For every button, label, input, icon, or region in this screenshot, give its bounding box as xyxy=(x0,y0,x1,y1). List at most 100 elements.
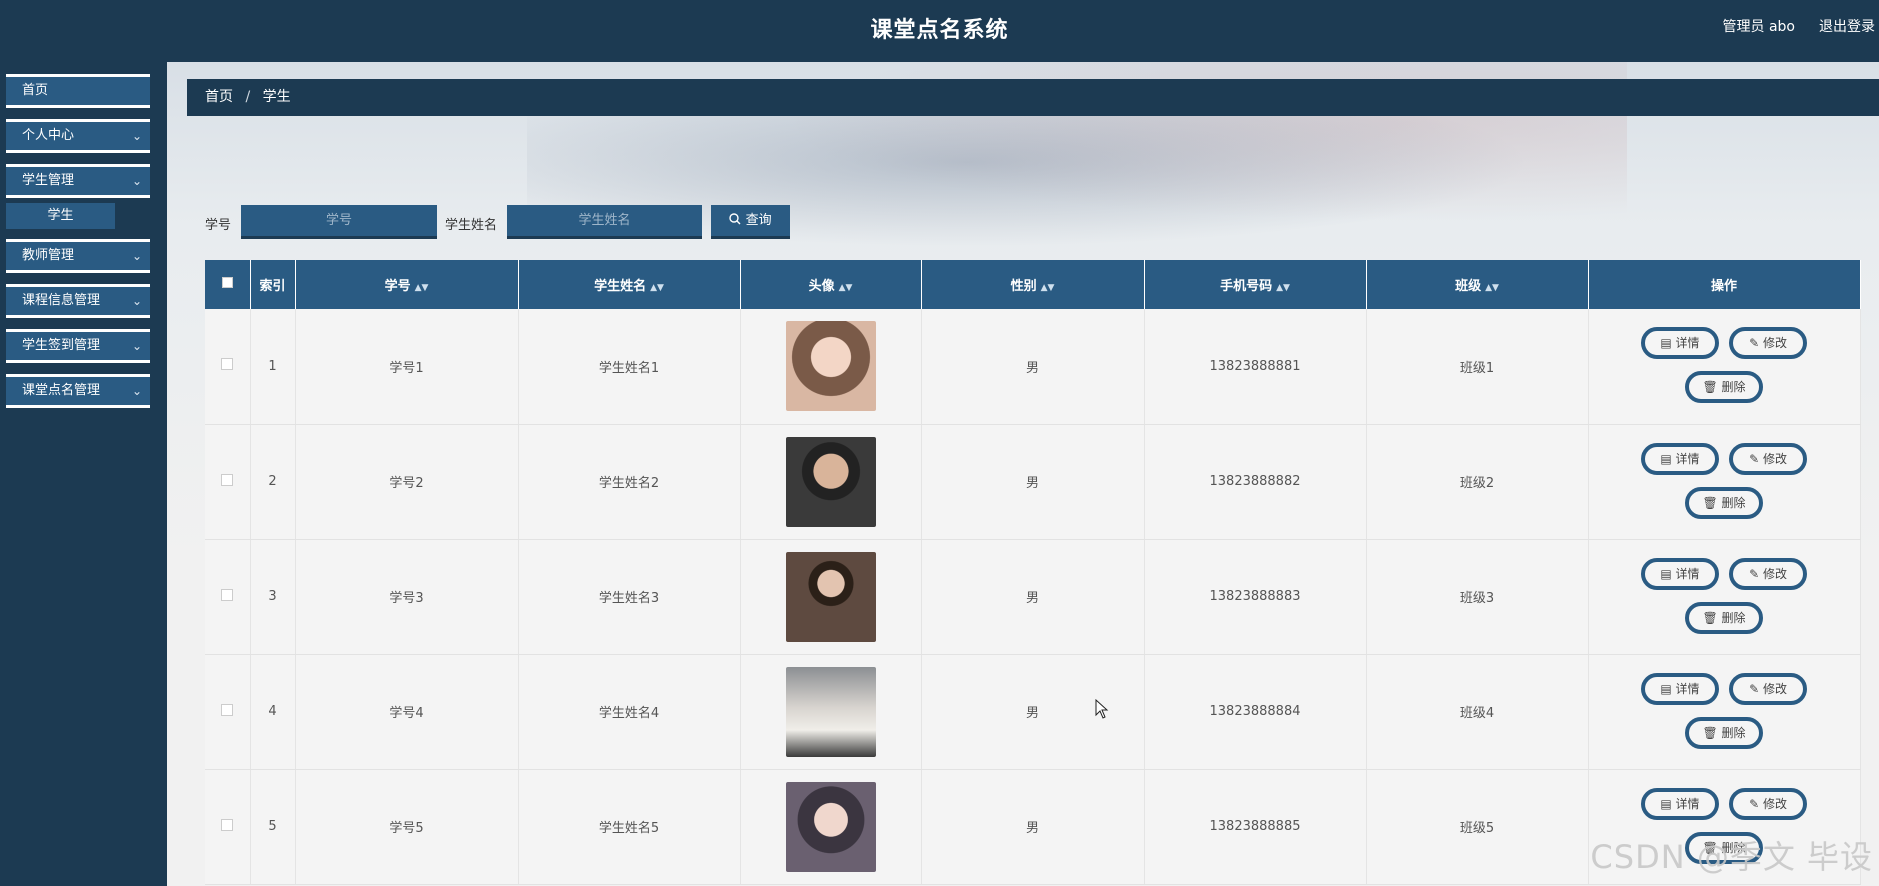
row-avatar-cell xyxy=(740,424,922,540)
detail-button[interactable]: ▤ 详情 xyxy=(1640,327,1719,360)
delete-button-label: 删除 xyxy=(1721,725,1746,740)
detail-button[interactable]: ▤ 详情 xyxy=(1640,442,1719,475)
header-operations: 操作 xyxy=(1588,260,1861,309)
row-checkbox[interactable] xyxy=(221,473,234,486)
edit-button[interactable]: ✎ 修改 xyxy=(1729,787,1808,820)
row-checkbox[interactable] xyxy=(221,588,234,601)
sort-icon[interactable]: ▲▼ xyxy=(650,283,664,293)
trash-icon: 🗑 xyxy=(1702,610,1718,625)
header-index: 索引 xyxy=(250,260,296,309)
sort-icon[interactable]: ▲▼ xyxy=(1276,283,1290,293)
detail-button-label: 详情 xyxy=(1675,566,1700,581)
header-student-name[interactable]: 学生姓名 ▲▼ xyxy=(518,260,741,309)
row-select-cell[interactable] xyxy=(205,539,251,655)
header-phone[interactable]: 手机号码 ▲▼ xyxy=(1144,260,1367,309)
header-label: 学号 xyxy=(384,279,411,294)
row-phone: 13823888884 xyxy=(1144,654,1367,770)
edit-button-label: 修改 xyxy=(1763,566,1788,581)
header-class[interactable]: 班级 ▲▼ xyxy=(1366,260,1589,309)
document-icon: ▤ xyxy=(1660,566,1672,581)
row-student-name: 学生姓名3 xyxy=(518,539,741,655)
edit-button[interactable]: ✎ 修改 xyxy=(1729,442,1808,475)
header-label: 学生姓名 xyxy=(594,279,647,294)
row-select-cell[interactable] xyxy=(205,309,251,425)
table-row: 2 学号2 学生姓名2 男 13823888882 班级2 ▤ 详情 ✎ 修改 … xyxy=(205,424,1861,540)
row-student-id: 学号4 xyxy=(295,654,519,770)
edit-button-label: 修改 xyxy=(1763,681,1788,696)
sidebar-item-checkin-management[interactable]: 学生签到管理 ⌄ xyxy=(6,329,150,363)
row-select-cell[interactable] xyxy=(205,654,251,770)
table-row: 4 学号4 学生姓名4 男 13823888884 班级4 ▤ 详情 ✎ 修改 … xyxy=(205,654,1861,770)
detail-button[interactable]: ▤ 详情 xyxy=(1640,557,1719,590)
row-index: 2 xyxy=(250,424,296,540)
row-student-name: 学生姓名5 xyxy=(518,769,741,885)
student-name-label: 学生姓名 xyxy=(445,218,498,233)
pencil-icon: ✎ xyxy=(1749,566,1760,581)
delete-button-label: 删除 xyxy=(1721,610,1746,625)
breadcrumb: 首页 / 学生 xyxy=(187,79,1879,116)
table-row: 5 学号5 学生姓名5 男 13823888885 班级5 ▤ 详情 ✎ 修改 … xyxy=(205,769,1861,885)
edit-button[interactable]: ✎ 修改 xyxy=(1729,327,1808,360)
edit-button[interactable]: ✎ 修改 xyxy=(1729,557,1808,590)
student-id-input[interactable] xyxy=(241,205,437,239)
logout-link[interactable]: 退出登录 xyxy=(1819,16,1875,36)
header-student-id[interactable]: 学号 ▲▼ xyxy=(295,260,519,309)
sort-icon[interactable]: ▲▼ xyxy=(415,283,429,293)
student-table: 索引 学号 ▲▼ 学生姓名 ▲▼ 头像 ▲▼ 性别 ▲▼ 手机号码 ▲▼ 班级 ▲▼ 操作 … xyxy=(205,260,1861,886)
ops-line: ▤ 详情 ✎ 修改 xyxy=(1590,783,1859,827)
row-select-cell[interactable] xyxy=(205,424,251,540)
row-operations: ▤ 详情 ✎ 修改 🗑 删除 xyxy=(1588,654,1861,770)
header-label: 班级 xyxy=(1455,279,1482,294)
ops-line: 🗑 删除 xyxy=(1590,712,1859,756)
detail-button-label: 详情 xyxy=(1675,796,1700,811)
trash-icon: 🗑 xyxy=(1702,495,1718,510)
mouse-cursor-icon xyxy=(1095,699,1109,719)
chevron-down-icon: ⌄ xyxy=(131,249,142,263)
row-phone: 13823888885 xyxy=(1144,769,1367,885)
header-select-all[interactable] xyxy=(205,260,251,309)
app-title: 课堂点名系统 xyxy=(870,18,1009,43)
sidebar-item-label: 首页 xyxy=(22,83,49,98)
edit-button[interactable]: ✎ 修改 xyxy=(1729,672,1808,705)
detail-button-label: 详情 xyxy=(1675,336,1700,351)
row-select-cell[interactable] xyxy=(205,769,251,885)
delete-button[interactable]: 🗑 删除 xyxy=(1685,601,1763,634)
sort-icon[interactable]: ▲▼ xyxy=(1485,283,1499,293)
breadcrumb-home[interactable]: 首页 xyxy=(205,89,233,105)
row-operations: ▤ 详情 ✎ 修改 🗑 删除 xyxy=(1588,309,1861,425)
row-checkbox[interactable] xyxy=(221,703,234,716)
header-avatar[interactable]: 头像 ▲▼ xyxy=(740,260,922,309)
query-button[interactable]: 查询 xyxy=(711,205,790,239)
sort-icon[interactable]: ▲▼ xyxy=(839,283,853,293)
row-class: 班级4 xyxy=(1366,654,1589,770)
detail-button[interactable]: ▤ 详情 xyxy=(1640,787,1719,820)
row-gender: 男 xyxy=(921,654,1145,770)
sidebar-item-student-management[interactable]: 学生管理 ⌄ xyxy=(6,164,150,198)
row-phone: 13823888882 xyxy=(1144,424,1367,540)
sidebar-item-rollcall-management[interactable]: 课堂点名管理 ⌄ xyxy=(6,374,150,408)
row-checkbox[interactable] xyxy=(221,358,234,371)
trash-icon: 🗑 xyxy=(1702,840,1718,855)
sort-icon[interactable]: ▲▼ xyxy=(1041,283,1055,293)
delete-button[interactable]: 🗑 删除 xyxy=(1685,371,1763,404)
detail-button[interactable]: ▤ 详情 xyxy=(1640,672,1719,705)
row-avatar-cell xyxy=(740,309,922,425)
delete-button[interactable]: 🗑 删除 xyxy=(1685,831,1763,864)
delete-button[interactable]: 🗑 删除 xyxy=(1685,716,1763,749)
breadcrumb-current: 学生 xyxy=(262,89,291,105)
sidebar-item-label: 学生签到管理 xyxy=(22,338,101,353)
header-gender[interactable]: 性别 ▲▼ xyxy=(921,260,1145,309)
sidebar-item-home[interactable]: 首页 xyxy=(6,74,150,108)
sidebar: 首页 个人中心 ⌄ 学生管理 ⌄ 学生 教师管理 ⌄ 课程信息管理 ⌄ 学生签到… xyxy=(0,62,167,886)
student-name-input[interactable] xyxy=(507,205,702,239)
row-student-id: 学号3 xyxy=(295,539,519,655)
row-student-id: 学号5 xyxy=(295,769,519,885)
sidebar-subitem-student[interactable]: 学生 xyxy=(6,203,115,229)
delete-button[interactable]: 🗑 删除 xyxy=(1685,486,1763,519)
sidebar-item-course-management[interactable]: 课程信息管理 ⌄ xyxy=(6,284,150,318)
select-all-checkbox[interactable] xyxy=(221,277,233,288)
sidebar-item-profile[interactable]: 个人中心 ⌄ xyxy=(6,119,150,153)
sidebar-item-teacher-management[interactable]: 教师管理 ⌄ xyxy=(6,239,150,273)
row-checkbox[interactable] xyxy=(221,818,234,831)
delete-button-label: 删除 xyxy=(1721,380,1746,395)
